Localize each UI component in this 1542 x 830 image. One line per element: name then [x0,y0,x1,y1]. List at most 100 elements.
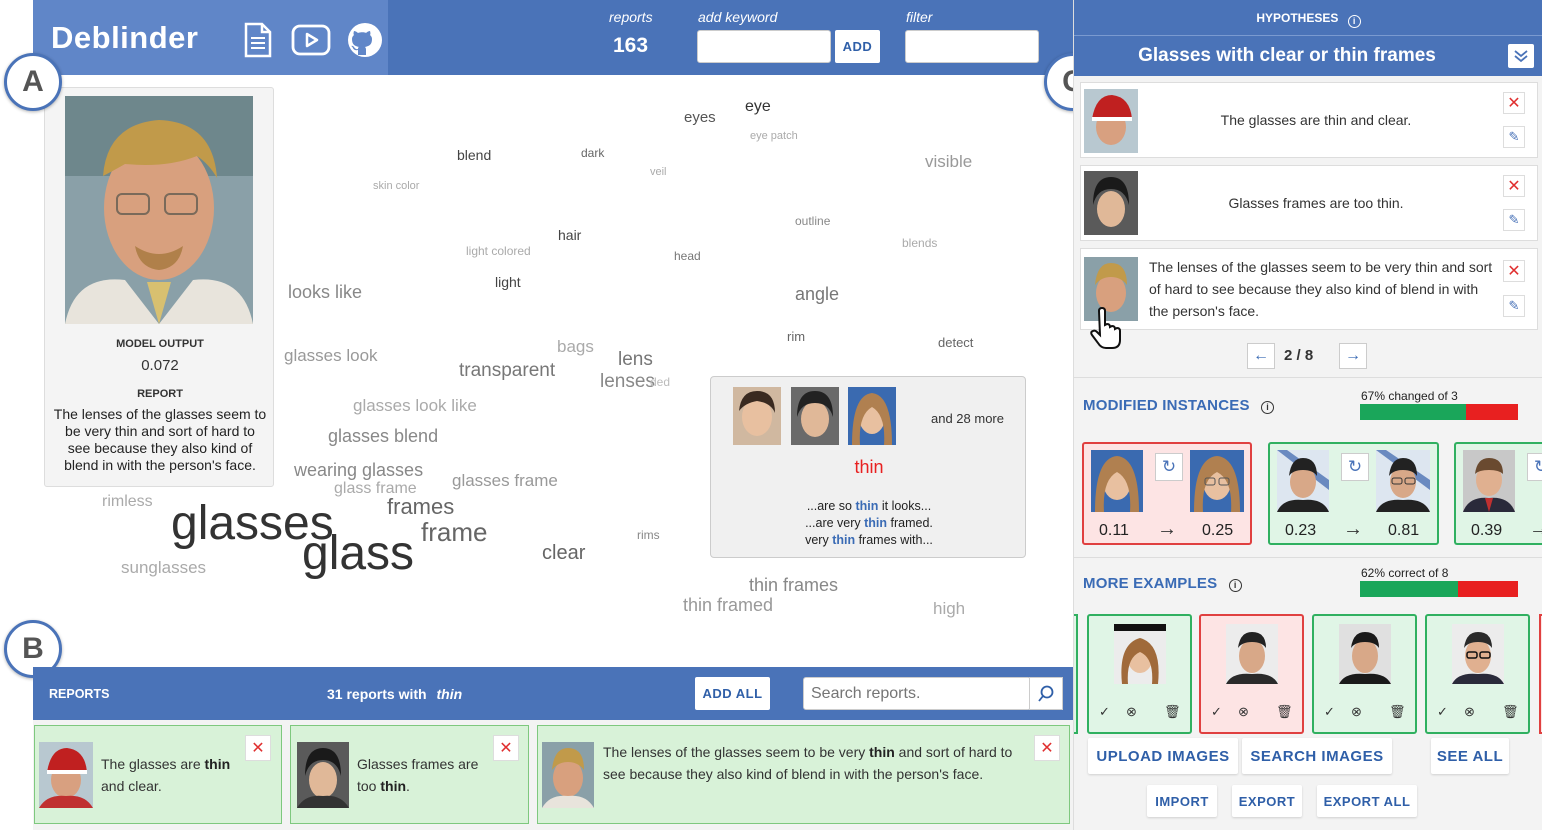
cloud-word[interactable]: frames [387,496,454,518]
next-page-button[interactable]: → [1339,343,1367,369]
remove-report-button[interactable]: ✕ [1503,260,1525,282]
edit-report-button[interactable]: ✎ [1503,295,1525,317]
cancel-icon[interactable]: ⊗ [1238,704,1249,720]
cloud-word[interactable]: visible [925,153,972,170]
refresh-button[interactable]: ↻ [1155,453,1183,481]
report-card[interactable]: The lenses of the glasses seem to be ver… [537,725,1070,824]
cloud-word[interactable]: glasses look [284,347,378,364]
add-keyword-input[interactable] [697,30,831,63]
hypothesis-dropdown-button[interactable] [1508,44,1534,68]
edit-report-button[interactable]: ✎ [1503,126,1525,148]
filter-input[interactable] [905,30,1039,63]
cloud-word[interactable]: thin framed [683,596,773,614]
edit-report-button[interactable]: ✎ [1503,209,1525,231]
cloud-word[interactable]: wearing glasses [294,461,423,479]
modified-instance-card[interactable]: ↻ 0.23 → 0.81 [1268,442,1439,545]
cloud-word[interactable]: eye patch [750,131,798,142]
modified-progress-bar [1360,404,1518,420]
score-before: 0.39 [1471,522,1503,539]
cloud-word[interactable]: hair [558,228,581,242]
cloud-word[interactable]: eyes [684,110,716,125]
cloud-word[interactable]: bags [557,338,594,355]
cloud-word[interactable]: sunglasses [121,559,206,576]
search-reports-input[interactable] [803,677,1031,710]
add-all-button[interactable]: ADD ALL [695,677,770,710]
cloud-word[interactable]: glasses frame [452,472,558,489]
cloud-word[interactable]: head [674,250,701,262]
search-images-button[interactable]: SEARCH IMAGES [1242,738,1392,774]
cancel-icon[interactable]: ⊗ [1126,704,1137,720]
cloud-word[interactable]: frame [421,519,487,545]
cloud-word[interactable]: looks like [288,283,362,301]
info-icon[interactable]: i [1347,15,1361,28]
check-icon[interactable]: ✓ [1437,704,1448,720]
trash-icon[interactable]: 🗑 [1276,704,1293,720]
original-face [1463,450,1515,512]
cloud-word[interactable]: transparent [459,361,555,380]
remove-report-button[interactable]: ✕ [1034,735,1060,761]
cloud-word[interactable]: blend [457,148,491,162]
see-all-button[interactable]: SEE ALL [1431,738,1509,774]
cloud-word[interactable]: high [933,600,965,617]
cloud-word[interactable]: thin frames [749,576,838,594]
trash-icon[interactable]: 🗑 [1164,704,1181,720]
document-icon[interactable] [243,22,273,58]
info-icon[interactable]: i [1261,401,1275,414]
modified-instance-card[interactable]: ↻ 0.39 → [1454,442,1542,545]
refresh-button[interactable]: ↻ [1341,453,1369,481]
export-button[interactable]: EXPORT [1232,785,1302,817]
check-icon[interactable]: ✓ [1099,704,1110,720]
cloud-word[interactable]: clear [542,543,585,563]
upload-images-button[interactable]: UPLOAD IMAGES [1088,738,1238,774]
check-icon[interactable]: ✓ [1211,704,1222,720]
modified-instance-card[interactable]: ↻ 0.11 → 0.25 [1082,442,1252,545]
cloud-word[interactable]: dark [581,147,604,159]
cloud-word[interactable]: lens [618,350,653,369]
cloud-word[interactable]: ded [650,376,670,388]
check-icon[interactable]: ✓ [1324,704,1335,720]
example-card[interactable]: ✓ ⊗ 🗑 [1087,614,1192,734]
cloud-word[interactable]: lenses [600,372,655,391]
search-button[interactable] [1029,677,1063,710]
remove-report-button[interactable]: ✕ [493,735,519,761]
cloud-word[interactable]: glass [302,530,414,578]
remove-report-button[interactable]: ✕ [245,735,271,761]
section-badge-a: A [4,53,62,111]
tooltip-keyword: thin [854,457,884,477]
example-card[interactable]: ✓ ⊗ 🗑 [1425,614,1530,734]
cloud-word[interactable]: light colored [466,245,531,257]
cloud-word[interactable]: rimless [102,494,153,510]
video-icon[interactable] [291,24,331,56]
cloud-word[interactable]: light [495,275,521,289]
cloud-word[interactable]: outline [795,215,830,227]
hypothesis-selector[interactable]: Glasses with clear or thin frames [1074,36,1542,76]
cloud-word[interactable]: angle [795,285,839,303]
remove-report-button[interactable]: ✕ [1503,92,1525,114]
github-icon[interactable] [346,22,384,58]
cloud-word[interactable]: rims [637,529,660,541]
context-pre: very [805,533,833,547]
cloud-word[interactable]: glasses look like [353,397,477,414]
cloud-word[interactable]: eye [745,99,771,115]
remove-report-button[interactable]: ✕ [1503,175,1525,197]
prev-page-button[interactable]: ← [1247,343,1275,369]
trash-icon[interactable]: 🗑 [1502,704,1519,720]
refresh-button[interactable]: ↻ [1527,453,1542,481]
add-keyword-button[interactable]: ADD [835,30,880,63]
example-card[interactable]: ✓ ⊗ 🗑 [1199,614,1304,734]
info-icon[interactable]: i [1228,579,1242,592]
export-all-button[interactable]: EXPORT ALL [1317,785,1417,817]
cloud-word[interactable]: blends [902,237,937,249]
cloud-word[interactable]: skin color [373,181,419,192]
report-card[interactable]: The glasses are thin and clear. ✕ [34,725,282,824]
cancel-icon[interactable]: ⊗ [1464,704,1475,720]
cloud-word[interactable]: glasses blend [328,427,438,445]
trash-icon[interactable]: 🗑 [1389,704,1406,720]
cloud-word[interactable]: detect [938,336,973,349]
report-card[interactable]: Glasses frames are too thin. ✕ [290,725,529,824]
cloud-word[interactable]: veil [650,167,667,178]
import-button[interactable]: IMPORT [1147,785,1217,817]
cancel-icon[interactable]: ⊗ [1351,704,1362,720]
example-card[interactable]: ✓ ⊗ 🗑 [1312,614,1417,734]
cloud-word[interactable]: rim [787,330,805,343]
